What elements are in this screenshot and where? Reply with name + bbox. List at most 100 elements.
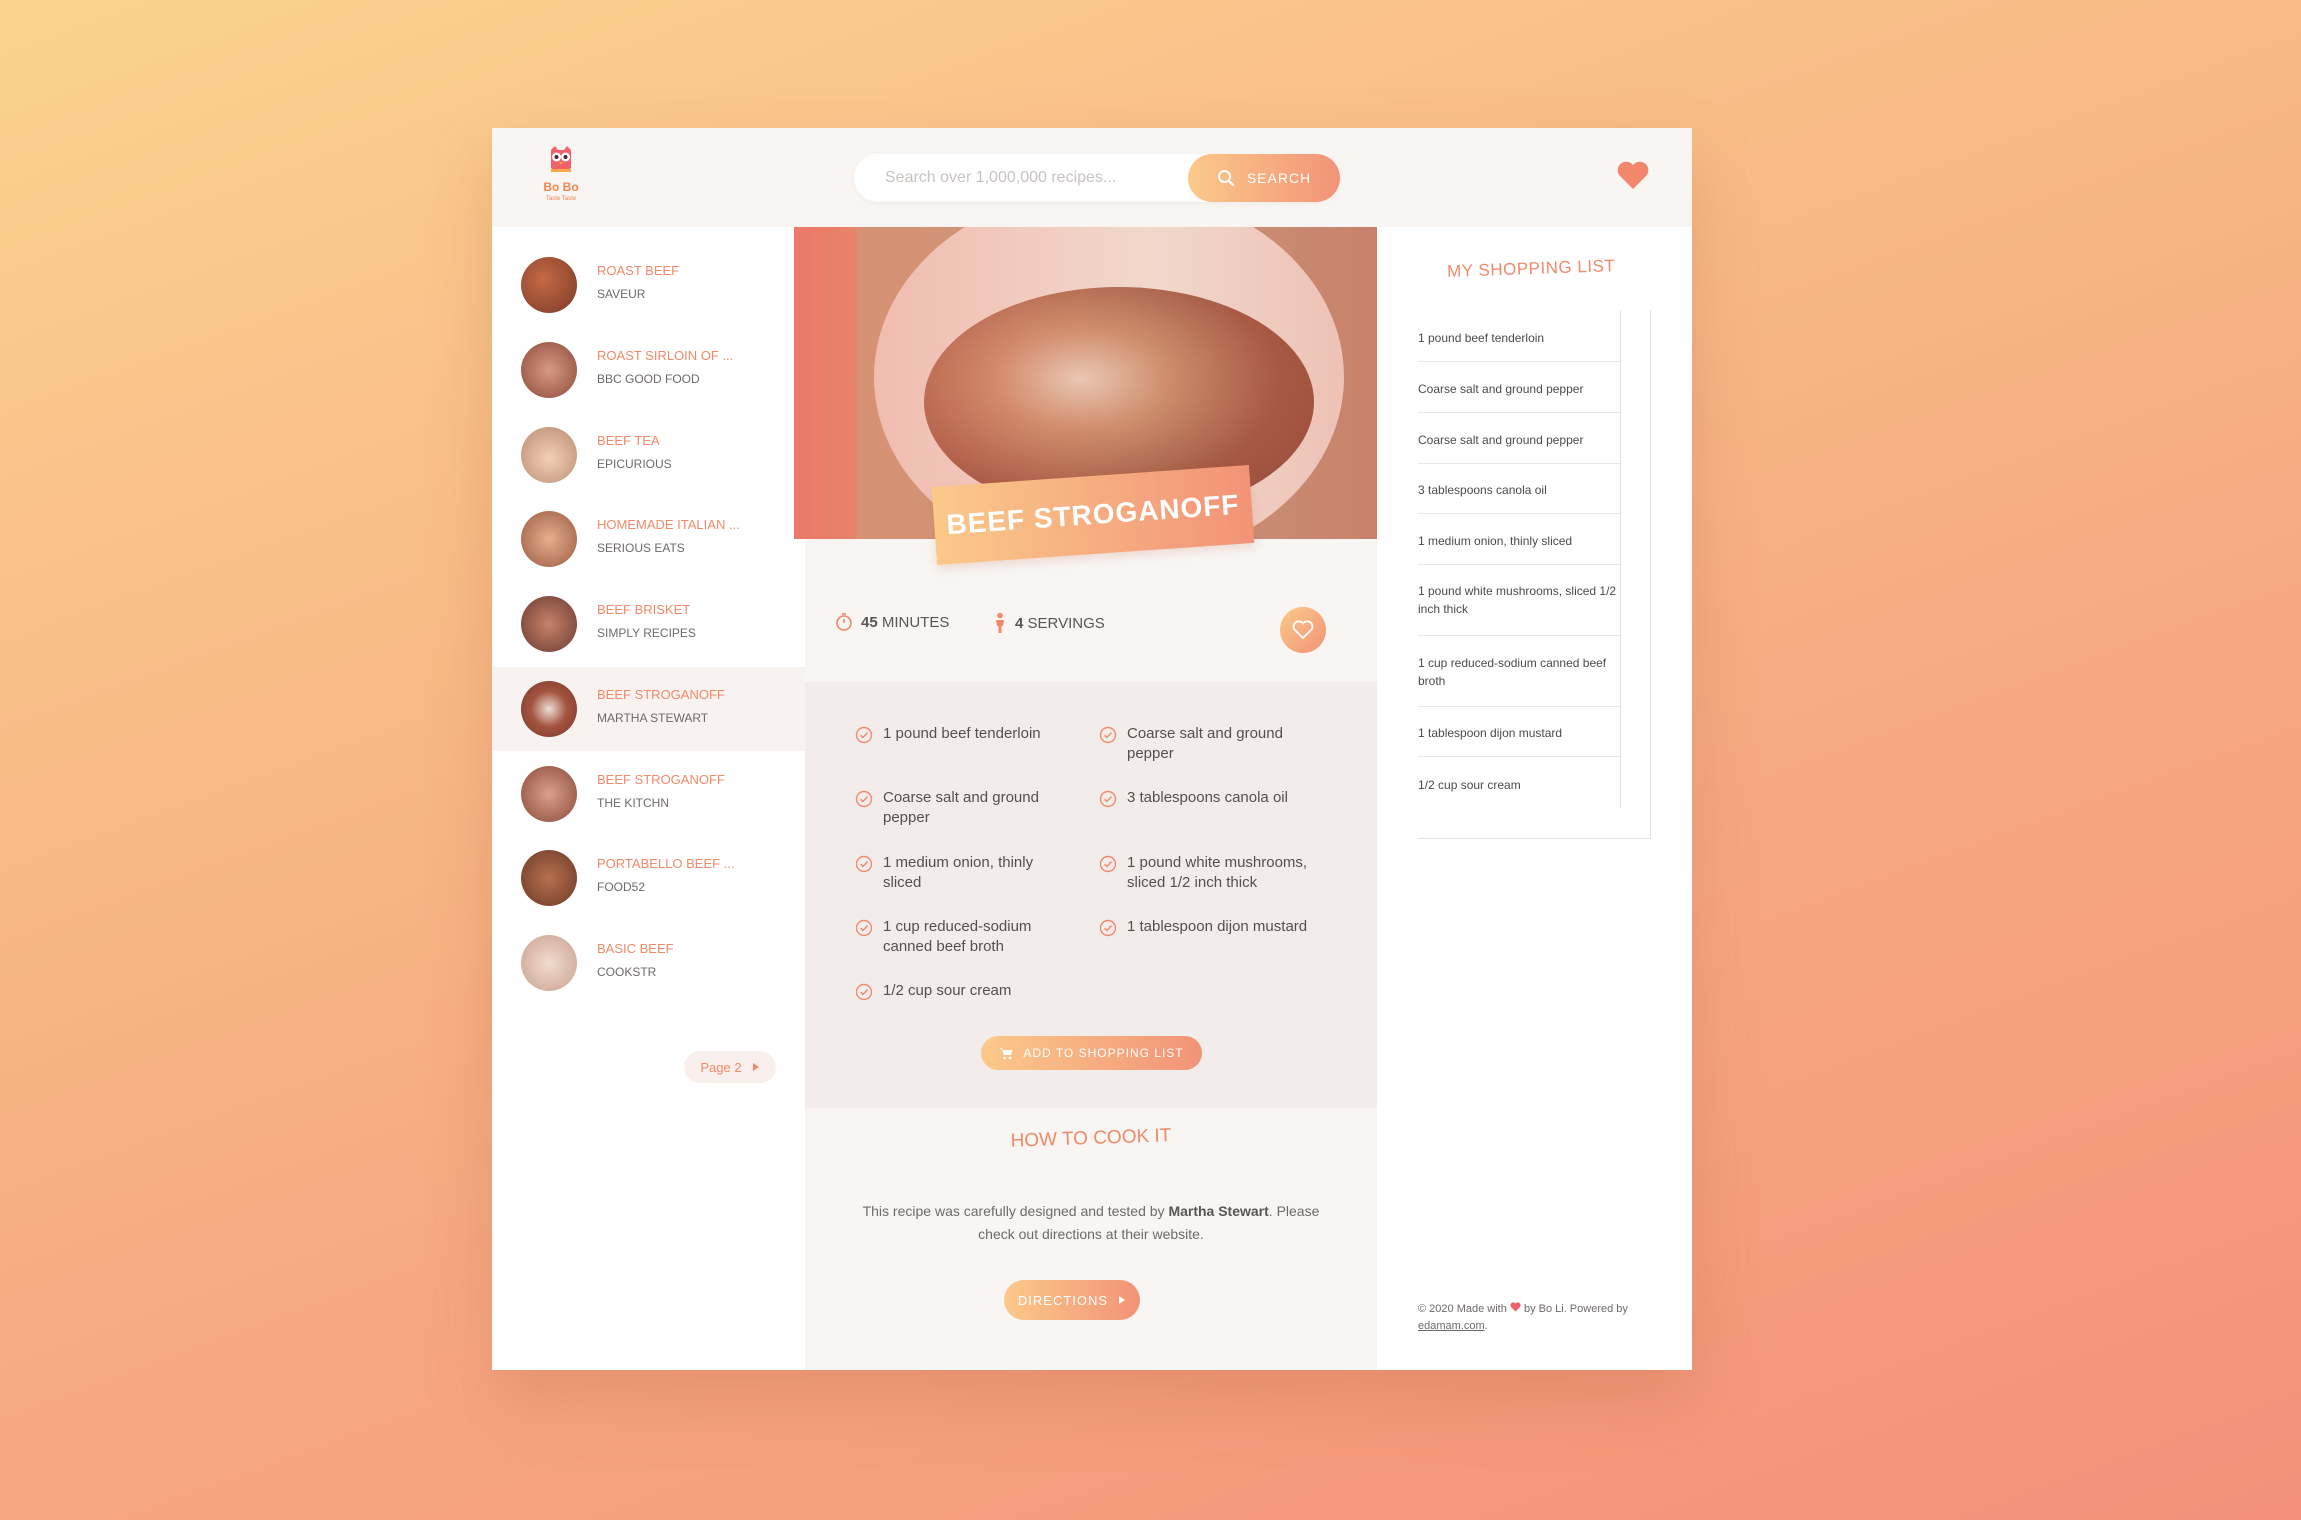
play-arrow-icon — [1119, 1296, 1126, 1304]
recipe-list-item[interactable]: BEEF TEA EPICURIOUS — [492, 413, 805, 497]
shopping-list-title: MY SHOPPING LIST — [1446, 256, 1616, 281]
recipe-source: SERIOUS EATS — [597, 541, 685, 555]
servings-unit: SERVINGS — [1027, 614, 1105, 632]
recipe-list-item[interactable]: BASIC BEEF COOKSTR — [492, 921, 805, 1005]
recipe-thumbnail — [521, 681, 577, 737]
recipe-list-item[interactable]: PORTABELLO BEEF ... FOOD52 — [492, 836, 805, 920]
shopping-item[interactable]: 1 medium onion, thinly sliced — [1418, 532, 1620, 550]
divider — [1418, 564, 1620, 565]
shopping-item[interactable]: 1 pound white mushrooms, sliced 1/2 inch… — [1418, 582, 1620, 618]
add-button-label: ADD TO SHOPPING LIST — [1023, 1046, 1184, 1060]
how-to-text: This recipe was carefully designed and t… — [845, 1200, 1337, 1246]
next-page-button[interactable]: Page 2 — [684, 1051, 776, 1083]
search-button[interactable]: SEARCH — [1188, 154, 1340, 202]
recipe-list-item[interactable]: BEEF BRISKET SIMPLY RECIPES — [492, 582, 805, 666]
shopping-item[interactable]: 3 tablespoons canola oil — [1418, 481, 1620, 499]
recipe-thumbnail — [521, 511, 577, 567]
recipe-author: Martha Stewart — [1168, 1203, 1269, 1219]
heart-outline-icon — [1292, 620, 1314, 640]
cook-time-value: 45 — [861, 613, 878, 631]
divider — [1418, 361, 1620, 362]
recipe-thumbnail — [521, 427, 577, 483]
shopping-item[interactable]: 1/2 cup sour cream — [1418, 776, 1620, 794]
directions-button[interactable]: DIRECTIONS — [1004, 1280, 1140, 1320]
shopping-item[interactable]: 1 cup reduced-sodium canned beef broth — [1418, 654, 1620, 690]
recipe-title: ROAST BEEF — [597, 263, 680, 278]
ingredient-text: Coarse salt and ground pepper — [1127, 725, 1283, 762]
how-to-cook-section: HOW TO COOK IT This recipe was carefully… — [805, 1108, 1377, 1370]
check-circle-icon — [855, 919, 873, 937]
recipe-source: SIMPLY RECIPES — [597, 626, 696, 640]
recipe-thumbnail — [521, 766, 577, 822]
check-circle-icon — [1099, 855, 1117, 873]
header: Bo Bo Taste Taste Search over 1,000,000 … — [492, 128, 1692, 227]
ingredient-item: 1 tablespoon dijon mustard — [1099, 917, 1319, 937]
recipe-title: BASIC BEEF — [597, 941, 674, 956]
shopping-list-panel: MY SHOPPING LIST 1 pound beef tenderloin… — [1377, 227, 1692, 1370]
ingredient-item: 1 medium onion, thinly sliced — [855, 853, 1075, 893]
shopping-item[interactable]: Coarse salt and ground pepper — [1418, 431, 1620, 449]
servings-value: 4 — [1015, 614, 1024, 632]
edamam-link[interactable]: edamam.com — [1418, 1320, 1485, 1332]
recipe-source: BBC GOOD FOOD — [597, 372, 700, 386]
check-circle-icon — [1099, 919, 1117, 937]
divider — [1418, 756, 1620, 757]
search-input[interactable]: Search over 1,000,000 recipes... — [885, 169, 1116, 187]
footer-text: © 2020 Made with — [1418, 1303, 1507, 1315]
logo[interactable]: Bo Bo Taste Taste — [538, 144, 584, 210]
cart-icon — [999, 1047, 1013, 1059]
check-circle-icon — [1099, 726, 1117, 744]
check-circle-icon — [855, 790, 873, 808]
ingredient-text: 1 pound beef tenderloin — [883, 725, 1041, 742]
recipe-source: MARTHA STEWART — [597, 711, 709, 725]
servings: 4 SERVINGS — [993, 612, 1105, 634]
shopping-item[interactable]: Coarse salt and ground pepper — [1418, 380, 1620, 398]
recipe-title: HOMEMADE ITALIAN ... — [597, 517, 740, 532]
footer: © 2020 Made with by Bo Li. Powered by ed… — [1418, 1301, 1628, 1335]
ingredient-item: Coarse salt and ground pepper — [855, 788, 1075, 828]
recipe-source: COOKSTR — [597, 965, 657, 979]
play-arrow-icon — [752, 1063, 759, 1071]
ingredient-item: 1/2 cup sour cream — [855, 981, 1075, 1001]
shopping-item[interactable]: 1 tablespoon dijon mustard — [1418, 724, 1620, 742]
ingredient-text: 1/2 cup sour cream — [883, 982, 1012, 999]
ingredient-text: 1 cup reduced-sodium canned beef broth — [883, 918, 1032, 955]
recipe-title: PORTABELLO BEEF ... — [597, 856, 735, 871]
brand-name: Bo Bo — [543, 180, 579, 194]
ingredient-item: 3 tablespoons canola oil — [1099, 788, 1319, 808]
search-icon — [1217, 170, 1234, 187]
ingredient-text: 3 tablespoons canola oil — [1127, 789, 1288, 806]
favorites-heart-icon[interactable] — [1616, 160, 1650, 190]
recipe-source: THE KITCHN — [597, 796, 669, 810]
divider — [1418, 412, 1620, 413]
recipe-list-item[interactable]: ROAST BEEF SAVEUR — [492, 243, 805, 327]
recipe-list-item[interactable]: ROAST SIRLOIN OF ... BBC GOOD FOOD — [492, 328, 805, 412]
recipe-title: ROAST SIRLOIN OF ... — [597, 348, 734, 363]
add-to-shopping-list-button[interactable]: ADD TO SHOPPING LIST — [981, 1036, 1202, 1070]
recipe-thumbnail — [521, 342, 577, 398]
person-icon — [996, 612, 1004, 633]
ingredient-item: 1 pound white mushrooms, sliced 1/2 inch… — [1099, 853, 1319, 893]
owl-logo-icon — [551, 146, 571, 172]
recipe-source: EPICURIOUS — [597, 457, 672, 471]
shopping-item[interactable]: 1 pound beef tenderloin — [1418, 329, 1620, 347]
recipe-thumbnail — [521, 850, 577, 906]
divider — [1418, 463, 1620, 464]
app-window: Bo Bo Taste Taste Search over 1,000,000 … — [492, 128, 1692, 1370]
directions-label: DIRECTIONS — [1017, 1292, 1109, 1308]
recipe-thumbnail — [521, 257, 577, 313]
recipe-thumbnail — [521, 935, 577, 991]
page-label: Page 2 — [700, 1059, 742, 1075]
recipe-title: BEEF TEA — [597, 433, 660, 448]
favorite-button[interactable] — [1280, 607, 1326, 653]
brand-tagline: Taste Taste — [545, 196, 577, 202]
recipe-list-item[interactable]: BEEF STROGANOFF THE KITCHN — [492, 752, 805, 836]
ingredient-item: Coarse salt and ground pepper — [1099, 724, 1319, 764]
ingredient-text: 1 tablespoon dijon mustard — [1127, 918, 1308, 935]
how-to-text-before: This recipe was carefully designed and t… — [862, 1203, 1169, 1219]
recipe-list-item[interactable]: HOMEMADE ITALIAN ... SERIOUS EATS — [492, 497, 805, 581]
ingredient-text: 1 medium onion, thinly sliced — [883, 854, 1034, 891]
recipe-title: BEEF BRISKET — [597, 602, 691, 617]
recipe-list-item-active[interactable]: BEEF STROGANOFF MARTHA STEWART — [492, 667, 805, 751]
search-button-label: SEARCH — [1246, 170, 1312, 186]
